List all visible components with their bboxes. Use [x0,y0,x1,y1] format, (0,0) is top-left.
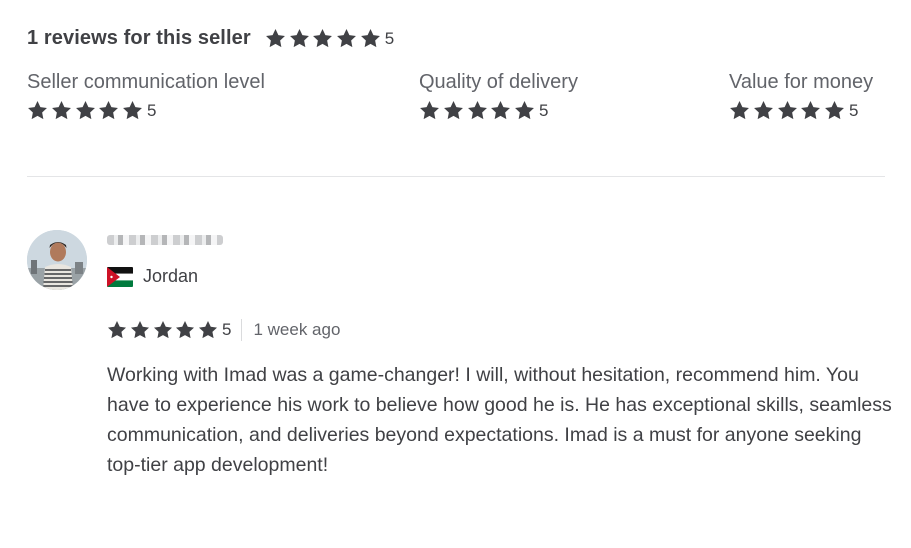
star-icon [490,100,511,121]
star-icon [336,28,357,49]
reviewer-country: Jordan [107,266,198,287]
review-text: Working with Imad was a game-changer! I … [107,364,892,476]
star-icon [467,100,488,121]
review-rating: 5 1 week ago [107,319,340,341]
rating-separator [241,319,243,341]
reviews-summary-title: 1 reviews for this seller [27,27,251,49]
breakdown-rating-value: 5 [848,100,859,120]
star-icon [419,100,440,121]
star-icon [153,320,173,340]
star-icon [824,100,845,121]
star-icon [130,320,150,340]
breakdown-label: Seller communication level [27,71,265,93]
country-name: Jordan [143,266,199,286]
breakdown-label: Value for money [729,71,874,93]
rating-breakdown: Seller communication level 5 Quality of … [27,71,887,131]
star-icon [107,320,127,340]
section-divider [27,176,885,177]
jordan-flag-icon [107,266,133,287]
star-icon [75,100,96,121]
star-icon [27,100,48,121]
breakdown-quality: Quality of delivery 5 [419,71,578,121]
star-icon [443,100,464,121]
breakdown-stars: 5 [419,100,578,121]
breakdown-label: Quality of delivery [419,71,578,93]
star-icon [729,100,750,121]
breakdown-rating-value: 5 [146,100,157,120]
star-icon [265,28,286,49]
breakdown-communication: Seller communication level 5 [27,71,265,121]
breakdown-stars: 5 [729,100,873,121]
star-icon [51,100,72,121]
star-icon [360,28,381,49]
star-icon [753,100,774,121]
review-rating-value: 5 [221,320,232,339]
star-icon [514,100,535,121]
star-icon [289,28,310,49]
redacted-name-bar [107,235,223,245]
star-icon [312,28,333,49]
breakdown-stars: 5 [27,100,265,121]
review-stars [107,320,221,340]
summary-stars [265,28,384,49]
star-icon [198,320,218,340]
breakdown-rating-value: 5 [538,100,549,120]
user-avatar[interactable] [27,230,87,290]
reviews-summary: 1 reviews for this seller 5 [27,27,394,50]
review-time: 1 week ago [253,320,341,339]
reviewer-name-redacted [107,232,223,248]
star-icon [800,100,821,121]
star-icon [175,320,195,340]
breakdown-value: Value for money 5 [729,71,873,121]
star-icon [98,100,119,121]
summary-rating-value: 5 [384,28,395,48]
star-icon [777,100,798,121]
star-icon [122,100,143,121]
